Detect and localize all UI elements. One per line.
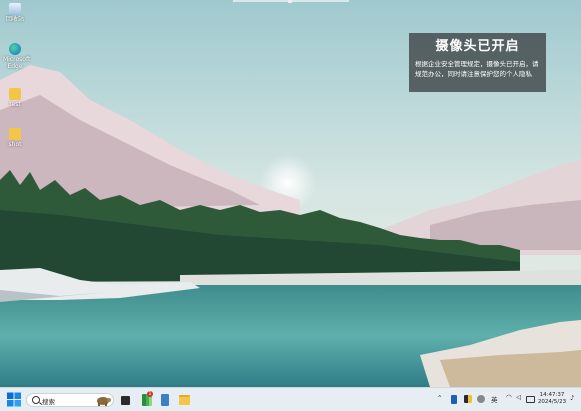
notification-badge: 1 bbox=[147, 391, 153, 397]
taskbar-file-explorer-icon[interactable] bbox=[179, 395, 190, 405]
taskbar-app-phone-icon[interactable] bbox=[161, 394, 169, 406]
search-highlight-turtle-icon bbox=[97, 397, 111, 406]
volume-icon[interactable]: ◁ bbox=[516, 393, 521, 401]
recycle-bin-icon bbox=[9, 3, 21, 15]
desktop-icon-shot-folder[interactable]: shot bbox=[3, 128, 27, 148]
folder-icon bbox=[9, 88, 21, 100]
search-placeholder: 搜索 bbox=[42, 398, 55, 406]
notification-bell-icon[interactable]: ♪ bbox=[570, 394, 574, 402]
clock-date: 2024/5/23 bbox=[537, 399, 567, 405]
desktop-icon-edge[interactable]: Microsoft Edge bbox=[3, 43, 31, 70]
taskbar-clock[interactable]: 14:47:37 2024/5/23 bbox=[536, 392, 568, 406]
tray-app-icon-1[interactable] bbox=[451, 395, 457, 404]
folder-icon bbox=[9, 128, 21, 140]
edge-icon bbox=[9, 43, 21, 55]
ime-language-indicator[interactable]: 英 bbox=[491, 394, 498, 404]
battery-icon[interactable] bbox=[526, 396, 535, 403]
handle-notch bbox=[288, 0, 292, 3]
desktop-icon-label: Microsoft Edge bbox=[3, 56, 31, 70]
notice-message: 根据企业安全管理规定，摄像头已开启，请规范办公，同时请注意保护您的个人隐私 bbox=[415, 60, 539, 78]
taskbar-app-terminal-icon[interactable] bbox=[121, 396, 130, 405]
camera-on-notice: 摄像头已开启 根据企业安全管理规定，摄像头已开启，请规范办公，同时请注意保护您的… bbox=[409, 33, 546, 92]
notice-title: 摄像头已开启 bbox=[435, 39, 520, 54]
search-icon bbox=[32, 396, 40, 404]
taskbar-search-box[interactable]: 搜索 bbox=[26, 393, 114, 407]
wifi-icon[interactable]: ◠ bbox=[506, 393, 512, 401]
desktop-icon-label: 回收站 bbox=[5, 16, 24, 23]
windows-start-icon[interactable] bbox=[7, 392, 21, 407]
tray-app-icon-2[interactable] bbox=[464, 395, 472, 403]
desktop-icon-recycle-bin[interactable]: 回收站 bbox=[3, 3, 27, 23]
desktop-icon-label: test bbox=[9, 101, 21, 108]
top-drag-handle[interactable] bbox=[233, 0, 349, 3]
clock-time: 14:47:37 bbox=[539, 392, 565, 398]
desktop-icon-test-folder[interactable]: test bbox=[3, 88, 27, 108]
taskbar: 搜索 1 ⌃ 英 ◠ ◁ 14:47:37 2024/5/23 ♪ bbox=[0, 387, 581, 411]
desktop-icon-label: shot bbox=[8, 141, 22, 148]
tray-overflow-chevron-icon[interactable]: ⌃ bbox=[437, 394, 442, 402]
tray-app-icon-3[interactable] bbox=[477, 395, 485, 403]
